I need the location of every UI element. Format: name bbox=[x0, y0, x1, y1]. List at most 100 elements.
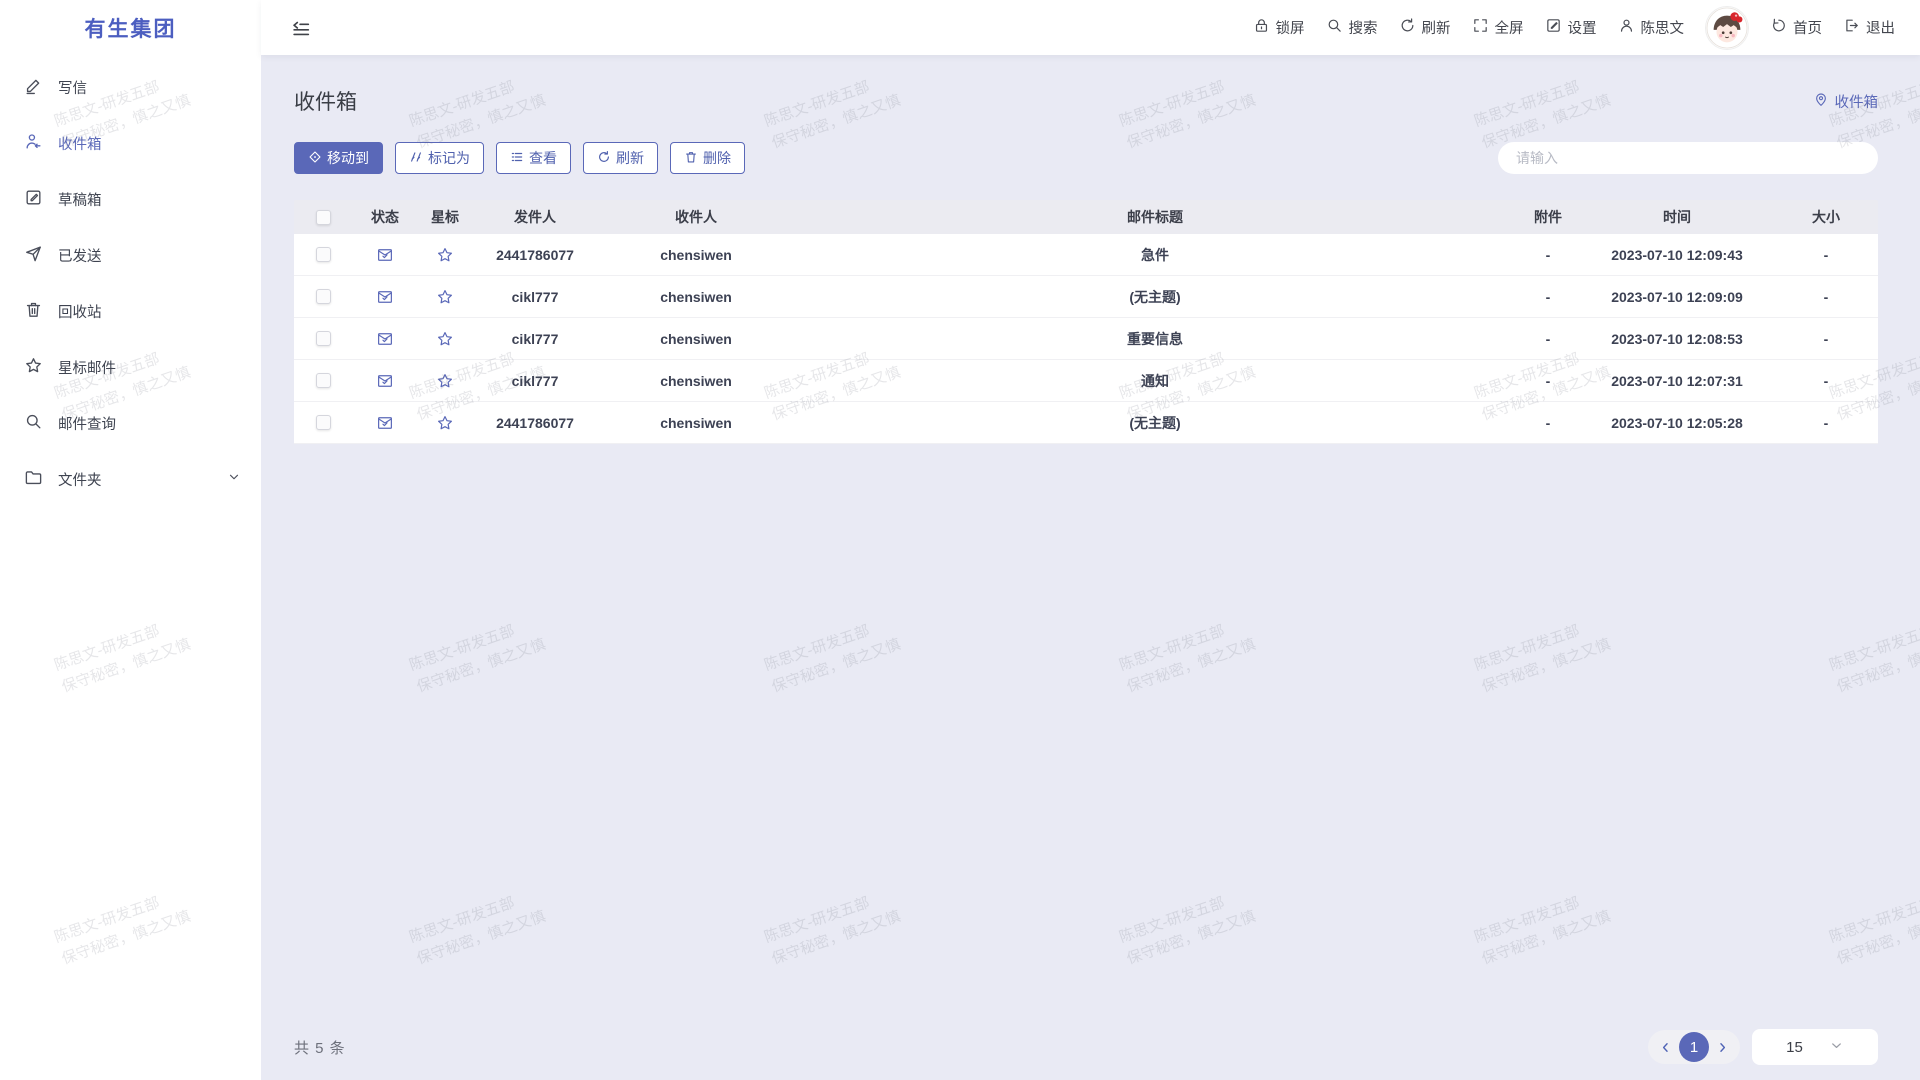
star-toggle-icon[interactable] bbox=[418, 330, 472, 348]
refresh-list-button[interactable]: 刷新 bbox=[583, 142, 658, 174]
next-page-button[interactable] bbox=[1715, 1040, 1730, 1055]
logout-label: 退出 bbox=[1866, 17, 1895, 38]
row-checkbox[interactable] bbox=[316, 415, 331, 430]
attachment-cell: - bbox=[1516, 373, 1580, 389]
search-icon bbox=[24, 412, 43, 435]
sidebar-item-label: 星标邮件 bbox=[58, 357, 116, 378]
size-cell: - bbox=[1774, 289, 1878, 305]
row-checkbox[interactable] bbox=[316, 373, 331, 388]
refresh-button[interactable]: 刷新 bbox=[1399, 17, 1451, 38]
mark-as-label: 标记为 bbox=[428, 148, 470, 168]
mail-row[interactable]: 2441786077chensiwen(无主题)-2023-07-10 12:0… bbox=[294, 402, 1878, 444]
sidebar-item-folders[interactable]: 文件夹 bbox=[0, 451, 261, 507]
mail-status-icon[interactable] bbox=[352, 330, 418, 348]
size-cell: - bbox=[1774, 247, 1878, 263]
attachment-cell: - bbox=[1516, 289, 1580, 305]
home-button[interactable]: 首页 bbox=[1770, 17, 1822, 38]
sidebar-item-mail-search[interactable]: 邮件查询 bbox=[0, 395, 261, 451]
current-page-button[interactable]: 1 bbox=[1679, 1032, 1709, 1062]
lock-icon bbox=[1253, 17, 1270, 38]
fullscreen-button[interactable]: 全屏 bbox=[1472, 17, 1524, 38]
sidebar-item-trash[interactable]: 回收站 bbox=[0, 283, 261, 339]
pencil-icon bbox=[24, 76, 43, 99]
view-label: 查看 bbox=[529, 148, 557, 168]
sidebar-item-starred[interactable]: 星标邮件 bbox=[0, 339, 261, 395]
prev-page-button[interactable] bbox=[1658, 1040, 1673, 1055]
refresh-icon bbox=[597, 150, 611, 167]
refresh-label: 刷新 bbox=[1422, 17, 1451, 38]
sidebar-item-sent[interactable]: 已发送 bbox=[0, 227, 261, 283]
search-button[interactable]: 搜索 bbox=[1326, 17, 1378, 38]
breadcrumb[interactable]: 收件箱 bbox=[1813, 91, 1879, 112]
settings-button[interactable]: 设置 bbox=[1545, 17, 1597, 38]
fullscreen-icon bbox=[1472, 17, 1489, 38]
list-icon bbox=[510, 150, 524, 167]
sidebar-item-drafts[interactable]: 草稿箱 bbox=[0, 171, 261, 227]
mail-row[interactable]: cikl777chensiwen重要信息-2023-07-10 12:08:53… bbox=[294, 318, 1878, 360]
sidebar-item-inbox[interactable]: 收件箱 bbox=[0, 115, 261, 171]
top-header: 锁屏 搜索 刷新 全屏 设置 陈思文 bbox=[261, 0, 1920, 55]
column-header-size: 大小 bbox=[1774, 207, 1878, 227]
attachment-cell: - bbox=[1516, 331, 1580, 347]
select-all-checkbox[interactable] bbox=[316, 210, 331, 225]
row-checkbox[interactable] bbox=[316, 289, 331, 304]
sidebar-item-label: 写信 bbox=[58, 77, 87, 98]
mark-as-icon bbox=[409, 150, 423, 167]
column-header-star: 星标 bbox=[418, 207, 472, 227]
location-pin-icon bbox=[1813, 91, 1829, 111]
row-checkbox[interactable] bbox=[316, 331, 331, 346]
sidebar-item-compose[interactable]: 写信 bbox=[0, 59, 261, 115]
lock-screen-button[interactable]: 锁屏 bbox=[1253, 17, 1305, 38]
chevron-down-icon bbox=[227, 470, 241, 488]
sidebar-collapse-icon[interactable] bbox=[290, 17, 312, 39]
mail-row[interactable]: 2441786077chensiwen急件-2023-07-10 12:09:4… bbox=[294, 234, 1878, 276]
mark-as-button[interactable]: 标记为 bbox=[395, 142, 484, 174]
time-cell: 2023-07-10 12:05:28 bbox=[1580, 415, 1774, 431]
subject-cell[interactable]: 重要信息 bbox=[794, 329, 1516, 349]
user-avatar[interactable] bbox=[1705, 6, 1749, 50]
mail-status-icon[interactable] bbox=[352, 372, 418, 390]
row-checkbox[interactable] bbox=[316, 247, 331, 262]
mail-status-icon[interactable] bbox=[352, 414, 418, 432]
page-title: 收件箱 bbox=[294, 86, 357, 116]
recipient-cell: chensiwen bbox=[598, 331, 794, 347]
subject-cell[interactable]: (无主题) bbox=[794, 413, 1516, 433]
star-toggle-icon[interactable] bbox=[418, 414, 472, 432]
folder-icon bbox=[24, 468, 43, 491]
header-actions: 锁屏 搜索 刷新 全屏 设置 陈思文 bbox=[1253, 6, 1920, 50]
time-cell: 2023-07-10 12:09:09 bbox=[1580, 289, 1774, 305]
logout-icon bbox=[1843, 17, 1860, 38]
sidebar-item-label: 回收站 bbox=[58, 301, 102, 322]
user-menu[interactable]: 陈思文 bbox=[1618, 17, 1685, 38]
search-icon bbox=[1326, 17, 1343, 38]
page-size-value: 15 bbox=[1786, 1039, 1803, 1056]
view-button[interactable]: 查看 bbox=[496, 142, 571, 174]
mail-search-input[interactable] bbox=[1498, 142, 1878, 174]
mail-row[interactable]: cikl777chensiwen通知-2023-07-10 12:07:31- bbox=[294, 360, 1878, 402]
breadcrumb-label: 收件箱 bbox=[1835, 91, 1879, 112]
trash-icon bbox=[684, 150, 698, 167]
column-header-recipient: 收件人 bbox=[598, 207, 794, 227]
star-toggle-icon[interactable] bbox=[418, 246, 472, 264]
paper-plane-icon bbox=[24, 244, 43, 267]
user-icon bbox=[1618, 17, 1635, 38]
mail-row[interactable]: cikl777chensiwen(无主题)-2023-07-10 12:09:0… bbox=[294, 276, 1878, 318]
mail-status-icon[interactable] bbox=[352, 246, 418, 264]
star-toggle-icon[interactable] bbox=[418, 288, 472, 306]
column-header-attachment: 附件 bbox=[1516, 207, 1580, 227]
table-body: 2441786077chensiwen急件-2023-07-10 12:09:4… bbox=[294, 234, 1878, 444]
subject-cell[interactable]: (无主题) bbox=[794, 287, 1516, 307]
star-toggle-icon[interactable] bbox=[418, 372, 472, 390]
delete-button[interactable]: 删除 bbox=[670, 142, 745, 174]
mail-status-icon[interactable] bbox=[352, 288, 418, 306]
sender-cell: cikl777 bbox=[472, 373, 598, 389]
move-to-button[interactable]: 移动到 bbox=[294, 142, 383, 174]
inbox-user-arrow-icon bbox=[24, 132, 43, 155]
subject-cell[interactable]: 通知 bbox=[794, 371, 1516, 391]
page-size-select[interactable]: 15 bbox=[1752, 1029, 1878, 1065]
home-label: 首页 bbox=[1793, 17, 1822, 38]
total-count: 共 5 条 bbox=[294, 1037, 346, 1058]
subject-cell[interactable]: 急件 bbox=[794, 245, 1516, 265]
logout-button[interactable]: 退出 bbox=[1843, 17, 1895, 38]
refresh-icon bbox=[1399, 17, 1416, 38]
